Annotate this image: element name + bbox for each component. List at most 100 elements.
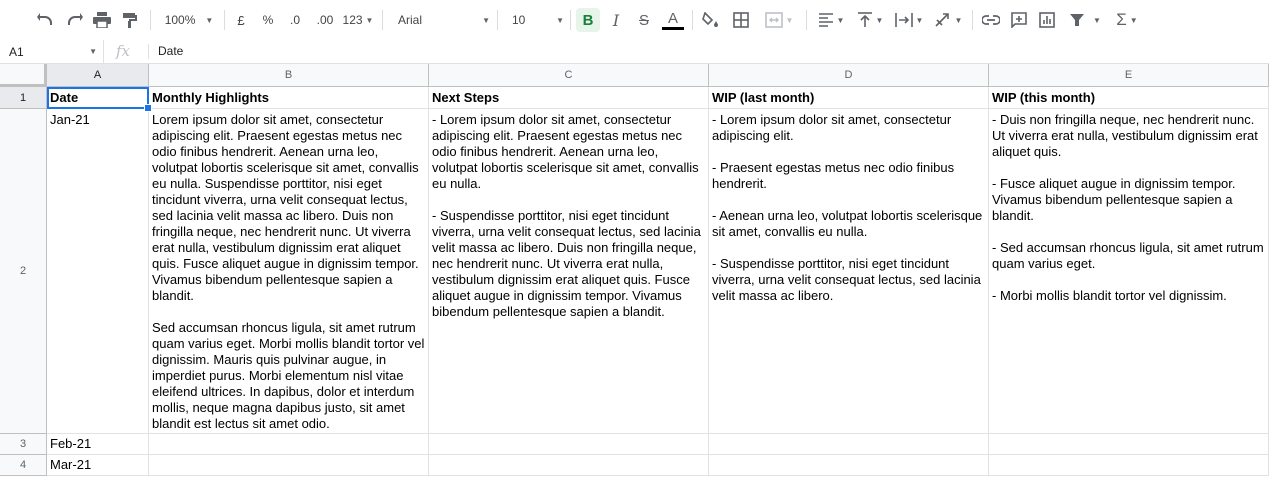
bold-button[interactable]: B xyxy=(576,8,600,32)
select-all-corner[interactable] xyxy=(0,64,47,87)
cell-b2[interactable]: Lorem ipsum dolor sit amet, consectetur … xyxy=(149,109,429,434)
cell-d1[interactable]: WIP (last month) xyxy=(709,87,989,109)
percent-button[interactable]: % xyxy=(259,8,277,32)
strikethrough-label: S xyxy=(638,11,649,29)
fill-color-icon[interactable] xyxy=(700,8,722,32)
toolbar-divider xyxy=(382,10,383,30)
cell-d3[interactable] xyxy=(709,434,989,455)
strikethrough-button[interactable]: S xyxy=(633,8,655,32)
italic-label: I xyxy=(612,10,620,30)
column-header-e[interactable]: E xyxy=(989,64,1269,87)
undo-icon[interactable] xyxy=(35,8,57,32)
text-color-swatch xyxy=(662,26,684,30)
chevron-down-icon: ▼ xyxy=(785,15,794,25)
chevron-down-icon: ▼ xyxy=(556,15,564,25)
cell-e4[interactable] xyxy=(989,455,1269,476)
cell-e3[interactable] xyxy=(989,434,1269,455)
redo-icon[interactable] xyxy=(63,8,85,32)
print-icon[interactable] xyxy=(91,8,113,32)
column-header-a[interactable]: A xyxy=(47,64,149,87)
functions-icon[interactable]: Σ ▼ xyxy=(1110,8,1144,32)
paint-format-icon[interactable] xyxy=(119,8,141,32)
chevron-down-icon: ▼ xyxy=(836,15,845,25)
insert-comment-icon[interactable] xyxy=(1008,8,1030,32)
chevron-down-icon: ▼ xyxy=(1093,15,1101,25)
increase-decimal-label: .00 xyxy=(316,13,334,27)
percent-label: % xyxy=(262,13,274,27)
text-color-button[interactable]: A xyxy=(661,8,685,32)
cell-reference: A1 xyxy=(9,44,24,59)
insert-chart-icon[interactable] xyxy=(1036,8,1058,32)
chevron-down-icon: ▼ xyxy=(365,15,374,25)
toolbar-divider xyxy=(972,10,973,30)
chevron-down-icon: ▼ xyxy=(482,15,490,25)
cell-b1[interactable]: Monthly Highlights xyxy=(149,87,429,109)
toolbar-divider xyxy=(692,10,693,30)
toolbar: 100% ▼ £ % .0 .00 123 ▼ Arial ▼ 10 ▼ B I S A… xyxy=(0,0,1269,41)
merge-cells-icon[interactable]: ▼ xyxy=(759,8,799,32)
chevron-down-icon: ▼ xyxy=(89,47,97,56)
chevron-down-icon: ▼ xyxy=(1129,15,1138,25)
font-family-select[interactable]: Arial ▼ xyxy=(392,8,490,32)
text-wrap-icon[interactable]: ▼ xyxy=(892,8,926,32)
more-formats-label: 123 xyxy=(342,13,363,27)
chevron-down-icon: ▼ xyxy=(954,15,963,25)
row-header-1[interactable]: 1 xyxy=(0,87,47,109)
chevron-down-icon: ▼ xyxy=(875,15,884,25)
text-color-label: A xyxy=(667,9,678,27)
chevron-down-icon: ▼ xyxy=(915,15,924,25)
cell-b4[interactable] xyxy=(149,455,429,476)
fx-icon: fx xyxy=(116,42,131,60)
row-header-2[interactable]: 2 xyxy=(0,109,47,434)
formula-input[interactable]: Date xyxy=(158,44,183,58)
column-header-d[interactable]: D xyxy=(709,64,989,87)
column-header-c[interactable]: C xyxy=(429,64,709,87)
vertical-align-icon[interactable]: ▼ xyxy=(853,8,887,32)
cell-a4[interactable]: Mar-21 xyxy=(47,455,149,476)
active-cell-outline xyxy=(47,87,149,109)
cell-a2[interactable]: Jan-21 xyxy=(47,109,149,434)
decrease-decimal-label: .0 xyxy=(289,13,300,27)
cell-d2[interactable]: - Lorem ipsum dolor sit amet, consectetu… xyxy=(709,109,989,434)
cell-b3[interactable] xyxy=(149,434,429,455)
toolbar-divider xyxy=(497,10,498,30)
cell-c1[interactable]: Next Steps xyxy=(429,87,709,109)
currency-button[interactable]: £ xyxy=(232,8,250,32)
row-header-4[interactable]: 4 xyxy=(0,455,47,476)
zoom-select[interactable]: 100% ▼ xyxy=(160,8,218,32)
formula-bar: A1 ▼ fx Date xyxy=(0,40,1269,64)
toolbar-divider xyxy=(150,10,151,30)
cell-c3[interactable] xyxy=(429,434,709,455)
formula-divider xyxy=(148,44,149,59)
name-box[interactable]: A1 ▼ xyxy=(0,40,104,63)
more-formats-button[interactable]: 123 ▼ xyxy=(341,8,375,32)
cell-c2[interactable]: - Lorem ipsum dolor sit amet, consectetu… xyxy=(429,109,709,434)
font-size-select[interactable]: 10 ▼ xyxy=(506,8,564,32)
cell-c4[interactable] xyxy=(429,455,709,476)
toolbar-divider xyxy=(806,10,807,30)
borders-icon[interactable] xyxy=(730,8,752,32)
cell-e1[interactable]: WIP (this month) xyxy=(989,87,1269,109)
toolbar-divider xyxy=(224,10,225,30)
decrease-decimal-button[interactable]: .0 xyxy=(284,8,306,32)
italic-button[interactable]: I xyxy=(605,8,627,32)
font-family-value: Arial xyxy=(398,13,423,27)
text-rotation-icon[interactable]: ▼ xyxy=(931,8,965,32)
cell-d4[interactable] xyxy=(709,455,989,476)
toolbar-divider xyxy=(570,10,571,30)
currency-label: £ xyxy=(237,12,245,28)
column-header-b[interactable]: B xyxy=(149,64,429,87)
sigma-icon: Σ xyxy=(1116,10,1127,29)
font-size-value: 10 xyxy=(512,13,526,27)
cell-a3[interactable]: Feb-21 xyxy=(47,434,149,455)
zoom-value: 100% xyxy=(164,13,196,27)
row-header-3[interactable]: 3 xyxy=(0,434,47,455)
cell-e2[interactable]: - Duis non fringilla neque, nec hendreri… xyxy=(989,109,1269,434)
insert-link-icon[interactable] xyxy=(980,8,1002,32)
bold-label: B xyxy=(582,11,594,29)
filter-icon[interactable]: ▼ xyxy=(1065,8,1105,32)
increase-decimal-button[interactable]: .00 xyxy=(312,8,338,32)
chevron-down-icon: ▼ xyxy=(205,15,214,25)
fill-handle[interactable] xyxy=(144,104,152,112)
horizontal-align-icon[interactable]: ▼ xyxy=(814,8,848,32)
